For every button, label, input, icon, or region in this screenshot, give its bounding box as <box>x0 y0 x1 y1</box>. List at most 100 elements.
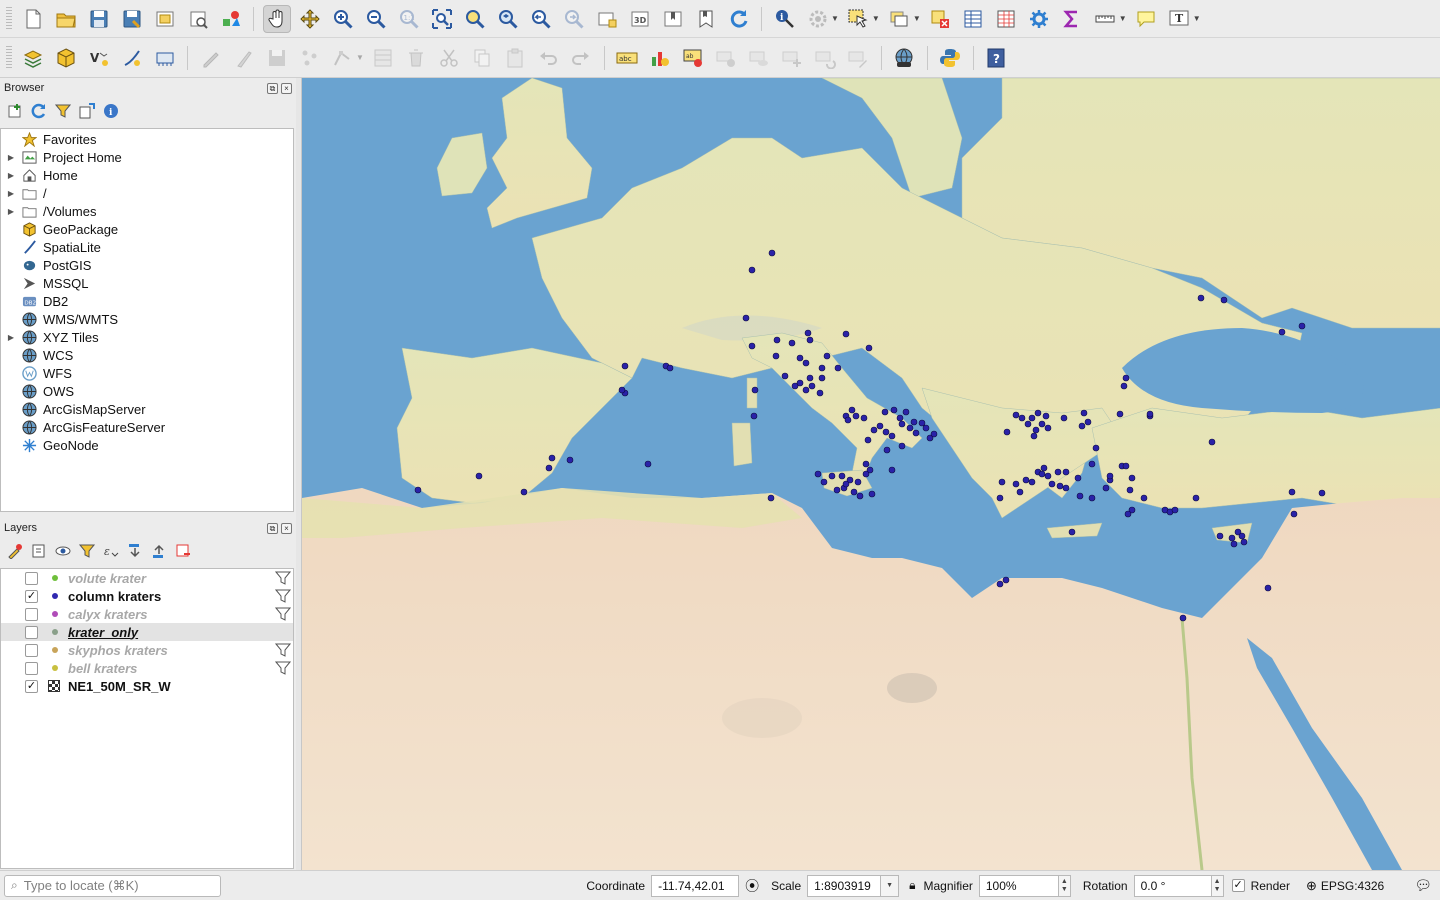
layer-labeling-icon[interactable]: abc <box>613 44 641 72</box>
krater-point[interactable] <box>748 266 756 274</box>
zoom-full-icon[interactable] <box>428 5 456 33</box>
new-virtual-layer-icon[interactable] <box>151 44 179 72</box>
krater-point[interactable] <box>802 359 810 367</box>
krater-point[interactable] <box>1028 414 1036 422</box>
browser-item[interactable]: ArcGisMapServer <box>1 400 293 418</box>
select-by-value-icon[interactable] <box>885 5 913 33</box>
toggle-extents-icon[interactable]: ⦿ <box>745 876 759 896</box>
zoom-native-icon[interactable]: 1:1 <box>395 5 423 33</box>
new-shapefile-layer-icon[interactable]: V <box>85 44 113 72</box>
filter-icon[interactable] <box>274 660 292 676</box>
zoom-next-icon[interactable] <box>560 5 588 33</box>
properties-icon[interactable]: i <box>102 102 120 120</box>
krater-point[interactable] <box>996 494 1004 502</box>
add-feature-icon[interactable] <box>296 44 324 72</box>
pin-labels-icon[interactable] <box>712 44 740 72</box>
layer-row[interactable]: bell kraters <box>1 659 293 677</box>
krater-point[interactable] <box>818 364 826 372</box>
krater-point[interactable] <box>1264 584 1272 592</box>
krater-point[interactable] <box>806 336 814 344</box>
krater-point[interactable] <box>621 362 629 370</box>
krater-point[interactable] <box>898 442 906 450</box>
krater-point[interactable] <box>1062 468 1070 476</box>
move-label-icon[interactable] <box>778 44 806 72</box>
collapse-all-icon[interactable] <box>150 542 168 560</box>
zoom-to-layer-icon[interactable] <box>494 5 522 33</box>
current-edits-icon[interactable] <box>197 44 225 72</box>
krater-point[interactable] <box>414 486 422 494</box>
toolbar-grip[interactable] <box>6 6 12 31</box>
statistics-icon[interactable] <box>1058 5 1086 33</box>
krater-point[interactable] <box>1171 506 1179 514</box>
krater-point[interactable] <box>998 478 1006 486</box>
show-hide-labels-icon[interactable] <box>745 44 773 72</box>
krater-point[interactable] <box>890 406 898 414</box>
krater-point[interactable] <box>1179 614 1187 622</box>
krater-point[interactable] <box>865 344 873 352</box>
krater-point[interactable] <box>1054 468 1062 476</box>
krater-point[interactable] <box>808 382 816 390</box>
krater-point[interactable] <box>1230 540 1238 548</box>
krater-point[interactable] <box>1290 510 1298 518</box>
layer-visibility-checkbox[interactable] <box>25 607 38 621</box>
filter-legend-icon[interactable] <box>78 542 96 560</box>
browser-item[interactable]: GeoPackage <box>1 220 293 238</box>
layer-styling-icon[interactable] <box>6 542 24 560</box>
coordinate-field[interactable]: -11.74,42.01 <box>651 874 740 897</box>
krater-point[interactable] <box>1038 470 1046 478</box>
krater-point[interactable] <box>1003 428 1011 436</box>
krater-point[interactable] <box>1062 484 1070 492</box>
krater-point[interactable] <box>1044 472 1052 480</box>
krater-point[interactable] <box>1032 426 1040 434</box>
pan-map-icon[interactable] <box>262 4 291 33</box>
krater-point[interactable] <box>1124 510 1132 518</box>
show-bookmarks-icon[interactable] <box>692 5 720 33</box>
style-manager-icon[interactable] <box>217 5 245 33</box>
krater-point[interactable] <box>850 488 858 496</box>
collapse-all-icon[interactable] <box>78 102 96 120</box>
browser-item[interactable]: ▶ /Volumes <box>1 202 293 220</box>
krater-point[interactable] <box>876 422 884 430</box>
layer-visibility-checkbox[interactable]: ✓ <box>25 589 38 603</box>
layer-row[interactable]: ✓ column kraters <box>1 587 293 605</box>
filter-icon[interactable] <box>274 606 292 622</box>
toggle-editing-icon[interactable] <box>230 44 258 72</box>
krater-point[interactable] <box>1068 528 1076 536</box>
browser-item[interactable]: Favorites <box>1 130 293 148</box>
filter-icon[interactable] <box>274 588 292 604</box>
manage-visibility-icon[interactable] <box>54 542 72 560</box>
krater-point[interactable] <box>1216 532 1224 540</box>
zoom-out-icon[interactable] <box>362 5 390 33</box>
krater-point[interactable] <box>930 430 938 438</box>
save-project-icon[interactable] <box>85 5 113 33</box>
browser-item[interactable]: ▶ / <box>1 184 293 202</box>
rotation-field[interactable]: 0.0 ° <box>1133 874 1212 897</box>
lock-scale-icon[interactable]: 🔒︎ <box>909 878 915 893</box>
map-tips-icon[interactable] <box>1132 5 1160 33</box>
layer-visibility-checkbox[interactable] <box>25 625 38 639</box>
krater-point[interactable] <box>842 480 850 488</box>
krater-point[interactable] <box>1028 478 1036 486</box>
krater-point[interactable] <box>773 336 781 344</box>
layer-row[interactable]: krater_only <box>1 623 293 641</box>
pan-to-selection-icon[interactable] <box>296 5 324 33</box>
krater-point[interactable] <box>791 382 799 390</box>
new-geopackage-layer-icon[interactable] <box>52 44 80 72</box>
krater-point[interactable] <box>742 314 750 322</box>
browser-item[interactable]: ▶ Project Home <box>1 148 293 166</box>
scale-field[interactable]: 1:8903919 <box>807 874 882 897</box>
krater-point[interactable] <box>802 386 810 394</box>
krater-point[interactable] <box>918 419 926 427</box>
new-print-layout-icon[interactable] <box>151 5 179 33</box>
krater-point[interactable] <box>1040 464 1048 472</box>
map-canvas[interactable] <box>301 78 1440 870</box>
attribute-table-icon[interactable] <box>959 5 987 33</box>
layer-row[interactable]: skyphos kraters <box>1 641 293 659</box>
krater-point[interactable] <box>666 364 674 372</box>
layer-visibility-checkbox[interactable] <box>25 571 38 585</box>
toolbar-grip[interactable] <box>6 45 12 70</box>
krater-point[interactable] <box>1116 410 1124 418</box>
krater-point[interactable] <box>862 460 870 468</box>
krater-point[interactable] <box>888 466 896 474</box>
krater-point[interactable] <box>1106 472 1114 480</box>
